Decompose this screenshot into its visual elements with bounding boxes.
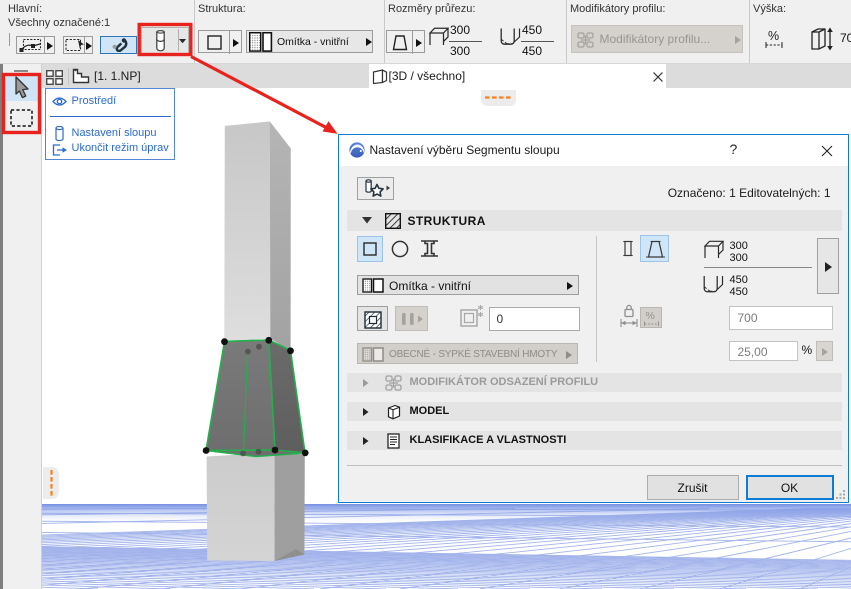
svg-text:%: % — [645, 310, 654, 322]
svg-text:%: % — [768, 29, 779, 43]
